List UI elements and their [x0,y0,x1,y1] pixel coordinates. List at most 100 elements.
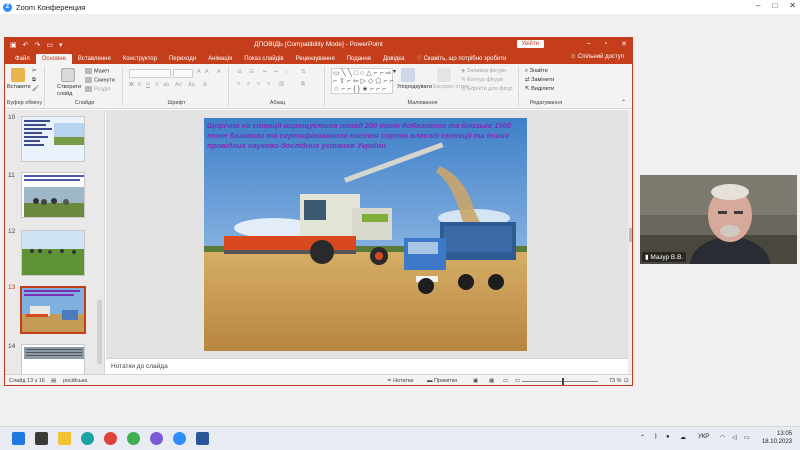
tell-me-search[interactable]: ♡ Скажіть, що потрібно зробити [411,53,513,64]
new-slide-icon[interactable] [61,68,75,82]
notes-pane[interactable]: Нотатки до слайда [106,358,628,374]
tab-file[interactable]: Файл [9,54,36,64]
notes-toggle-button[interactable]: ≐ Нотатки [387,378,413,384]
tab-home[interactable]: Основне [35,54,72,64]
quick-styles-icon[interactable] [437,68,451,82]
slide-thumbnail-10[interactable] [21,116,85,162]
align-center-icon[interactable]: ≡ [247,81,250,87]
arrange-icon[interactable] [401,68,415,82]
slide-thumbnail-12[interactable] [21,230,85,276]
reset-button[interactable]: Скинути [85,77,115,83]
change-case-icon[interactable]: Aa [188,82,195,88]
tab-design[interactable]: Конструктор [117,54,163,64]
format-painter-icon[interactable]: 🖌 [32,86,39,92]
align-left-icon[interactable]: ≡ [237,81,240,87]
task-view-icon[interactable] [35,432,48,445]
zoom-maximize-button[interactable]: □ [772,1,777,10]
new-slide-button[interactable]: Створити слайд [57,84,83,98]
underline-icon[interactable]: Ч [146,82,150,88]
wifi-icon[interactable]: ◠ [720,434,725,441]
tab-insert[interactable]: Вставлення [72,54,117,64]
current-slide[interactable]: Щорічно на станції вирощується понад 200… [204,118,527,351]
system-clock[interactable]: 13:05 18.10.2023 [762,430,792,446]
font-color-icon[interactable]: A [203,82,207,88]
editor-scroll-thumb[interactable] [629,228,632,242]
language-indicator[interactable]: російська [63,378,87,384]
spellcheck-icon[interactable]: ▤ [51,378,56,384]
word-app-icon[interactable] [196,432,209,445]
font-name-select[interactable] [129,69,171,78]
select-button[interactable]: ⇱ Виділити [525,86,554,92]
comments-toggle-button[interactable]: ▬ Примітки [427,378,457,384]
decrease-indent-icon[interactable]: ⇤ [263,69,268,75]
zoom-close-button[interactable]: ✕ [789,1,796,10]
cut-icon[interactable]: ✂ [32,68,37,74]
slide-sorter-icon[interactable]: ▦ [489,378,494,384]
ppt-restore-button[interactable]: ▫ [605,40,607,48]
line-spacing-icon[interactable]: ↕ [285,69,288,75]
increase-indent-icon[interactable]: ⇥ [273,69,278,75]
shapes-gallery-more-icon[interactable]: ▾ [393,68,396,75]
edge-browser-icon[interactable] [81,432,94,445]
tab-review[interactable]: Рецензування [290,54,341,64]
zoom-slider[interactable] [522,381,598,382]
replace-button[interactable]: ⇄ Замінити [525,77,554,83]
layout-button[interactable]: Макет [85,68,110,74]
find-button[interactable]: ⌕ Знайти [525,68,548,75]
tab-animations[interactable]: Анімація [202,54,238,64]
thumbnails-scrollbar[interactable] [97,300,102,364]
zoom-minimize-button[interactable]: – [756,1,760,10]
italic-icon[interactable]: К [138,82,141,88]
windows-start-icon[interactable] [12,432,25,445]
slide-thumbnail-11[interactable] [21,172,85,218]
clear-formatting-icon[interactable]: A [217,69,221,75]
justify-icon[interactable]: ≡ [267,81,270,87]
shapes-gallery[interactable]: ▭ ╲ ╲ □ ○ △ ⌐ ⌐ ⇨ ⌐ ⇧ ⌐ ⇦ ▷ ◇ ⬠ ⌐ ⌐ ☆ ⌐ ⌐ … [331,68,394,94]
shadow-icon[interactable]: S [155,82,159,88]
paste-button[interactable]: Вставити [7,84,31,90]
normal-view-icon[interactable]: ▣ [473,378,478,384]
text-direction-icon[interactable]: ⇅ [301,69,306,75]
collapse-ribbon-icon[interactable]: ⌃ [621,99,626,106]
ppt-minimize-button[interactable]: – [587,40,591,48]
bluetooth-icon[interactable]: ᛒ [654,434,658,440]
decrease-font-icon[interactable]: A [205,69,209,75]
shape-outline-button[interactable]: ✎ Контур фігури [461,77,503,83]
tab-transitions[interactable]: Переходи [163,54,202,64]
increase-font-icon[interactable]: A [197,69,201,75]
tab-help[interactable]: Довідка [377,54,411,64]
arrange-button[interactable]: Упорядкувати [397,84,432,90]
slide-thumbnail-13[interactable] [20,286,86,334]
editor-scrollbar[interactable] [628,110,632,374]
numbering-icon[interactable]: ☰ [249,69,254,75]
zoom-tray-icon[interactable]: ● [666,434,670,440]
font-size-select[interactable] [173,69,193,78]
paste-icon[interactable] [11,68,25,82]
copy-icon[interactable]: ⧉ [32,77,36,84]
volume-icon[interactable]: ◁ [732,434,737,441]
slide-text-box[interactable]: Щорічно на станції вирощується понад 200… [207,121,517,151]
tab-view[interactable]: Подання [341,54,377,64]
fit-to-window-icon[interactable]: ⊡ [624,378,629,384]
onedrive-icon[interactable]: ☁ [680,434,686,441]
align-right-icon[interactable]: ≡ [257,81,260,87]
reading-view-icon[interactable]: ▭ [503,378,508,384]
tray-chevron-icon[interactable]: ⌃ [640,434,645,441]
signin-button[interactable]: Увійти [516,40,544,48]
bullets-icon[interactable]: ☰ [237,69,242,75]
tab-slideshow[interactable]: Показ слайдів [238,54,289,64]
ppt-close-button[interactable]: ✕ [621,40,627,48]
zoom-level[interactable]: 73 % [609,378,622,384]
section-button[interactable]: Розділ [85,86,110,92]
battery-icon[interactable]: ▭ [744,434,750,441]
shape-effects-button[interactable]: ◎ Ефекти для фігур [461,86,513,92]
chrome-browser-icon[interactable] [127,432,140,445]
keyboard-language[interactable]: УКР [698,434,709,440]
zoom-slider-knob[interactable] [562,378,564,385]
columns-icon[interactable]: ▥ [279,81,284,87]
file-explorer-icon[interactable] [58,432,71,445]
opera-browser-icon[interactable] [104,432,117,445]
share-button[interactable]: ☺ Спільний доступ [570,54,624,60]
participant-video-tile[interactable]: ▮ Мазур В.В. [640,175,797,264]
bold-icon[interactable]: Ж [129,82,134,88]
